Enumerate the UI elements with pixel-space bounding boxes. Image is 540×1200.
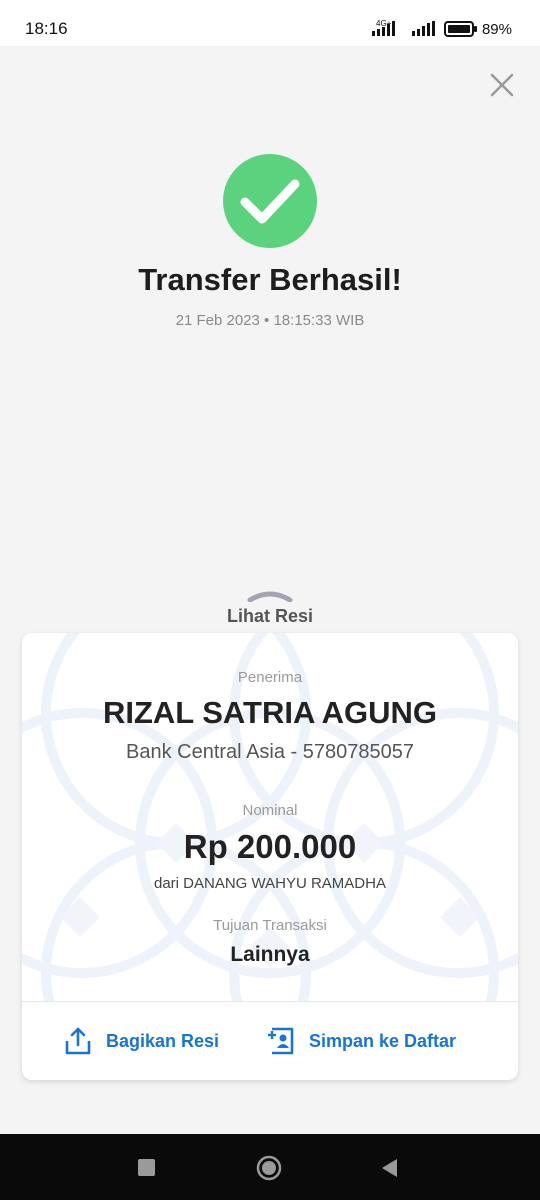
triangle-back-icon	[382, 1159, 397, 1177]
recipient-name: RIZAL SATRIA AGUNG	[102, 695, 438, 730]
battery-icon	[443, 21, 477, 37]
recipient-bank-account: Bank Central Asia - 5780785057	[126, 741, 414, 763]
close-icon	[490, 73, 514, 97]
recipient-label: Penerima	[237, 669, 303, 686]
check-circle-icon	[223, 154, 317, 248]
amount-label: Nominal	[242, 802, 298, 819]
signal-icon	[371, 21, 395, 36]
transfer-amount: Rp 200.000	[183, 828, 357, 865]
view-receipt-label: Lihat Resi	[226, 606, 314, 626]
signal-icon-2	[411, 21, 435, 36]
transaction-datetime: 21 Feb 2023 • 18:15:33 WIB	[175, 312, 365, 329]
purpose-value: Lainnya	[230, 943, 310, 966]
system-navigation-bar	[0, 1134, 540, 1200]
receipt-actions: Bagikan Resi Simpan ke Daftar	[22, 1002, 518, 1080]
save-to-list-label: Simpan ke Daftar	[309, 1030, 457, 1051]
page-title: Transfer Berhasil!	[138, 262, 402, 297]
success-check-badge	[223, 154, 317, 248]
receipt-card: Penerima RIZAL SATRIA AGUNG Bank Central…	[22, 633, 518, 1080]
add-contact-icon	[268, 1027, 294, 1055]
status-time: 18:16	[25, 19, 68, 38]
square-icon	[138, 1159, 155, 1176]
receipt-details: Penerima RIZAL SATRIA AGUNG Bank Central…	[22, 633, 518, 1001]
sender-name: dari DANANG WAHYU RAMADHA	[154, 875, 386, 892]
save-to-list-button[interactable]: Simpan ke Daftar	[267, 1024, 456, 1058]
purpose-label: Tujuan Transaksi	[213, 917, 327, 934]
circle-icon	[256, 1155, 282, 1181]
view-receipt-toggle[interactable]: Lihat Resi	[200, 588, 340, 632]
chevron-up-icon	[247, 591, 293, 602]
share-receipt-label: Bagikan Resi	[106, 1030, 220, 1051]
status-indicators: 89%	[371, 17, 512, 41]
home-button[interactable]	[255, 1154, 283, 1182]
share-receipt-button[interactable]: Bagikan Resi	[64, 1024, 219, 1058]
recent-apps-button[interactable]	[133, 1154, 161, 1182]
back-button[interactable]	[376, 1154, 404, 1182]
share-icon	[65, 1027, 91, 1055]
close-button[interactable]	[490, 73, 514, 97]
status-bar: 18:16 4G+ 89%	[0, 0, 540, 46]
battery-percent: 89%	[481, 20, 512, 38]
